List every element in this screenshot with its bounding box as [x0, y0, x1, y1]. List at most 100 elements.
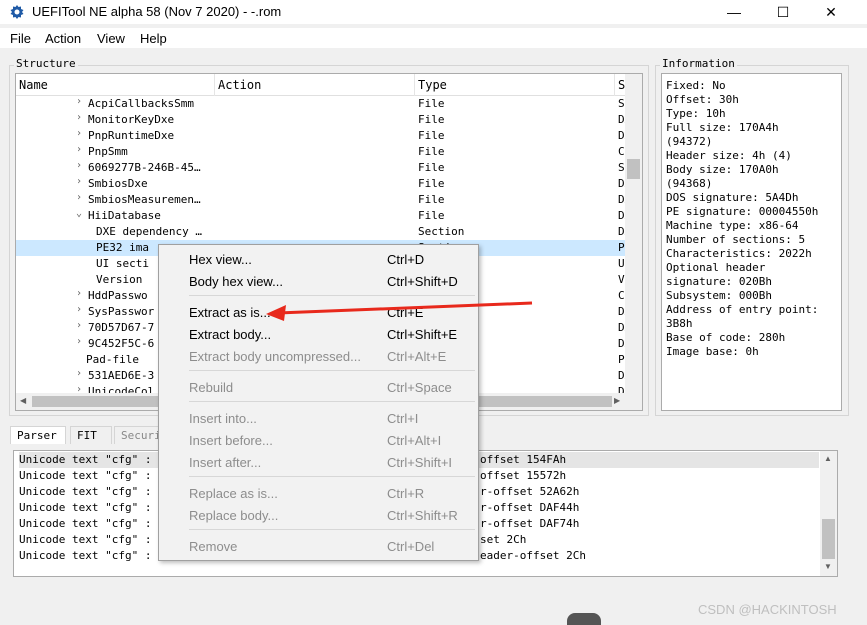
tree-row-name: PnpSmm [88, 145, 128, 158]
column-type[interactable]: Type [418, 78, 447, 92]
tree-row[interactable]: ›MonitorKeyDxeFileDX [16, 112, 631, 128]
scroll-down-icon[interactable]: ▼ [824, 562, 832, 571]
tree-row[interactable]: DXE dependency …SectionDX [16, 224, 631, 240]
chevron-right-icon[interactable]: › [76, 288, 82, 299]
context-menu: Hex view... Ctrl+D Body hex view... Ctrl+Sh… [158, 244, 479, 561]
menu-item-replace-body[interactable]: Replace body... Ctrl+Shift+R [159, 505, 478, 527]
tree-row[interactable]: ›AcpiCallbacksSmmFileSM [16, 96, 631, 112]
chevron-right-icon[interactable]: › [76, 144, 82, 155]
tree-row[interactable]: ›PnpSmmFileCo [16, 144, 631, 160]
tree-vertical-scrollbar[interactable] [625, 74, 642, 394]
scrollbar-thumb[interactable] [822, 519, 835, 559]
log-line-text: Unicode text "cfg" : [19, 533, 152, 546]
info-line: (94368) [666, 177, 713, 190]
chevron-right-icon[interactable]: › [76, 320, 82, 331]
log-line-text: Unicode text "cfg" : [19, 549, 152, 562]
menu-item-remove[interactable]: Remove Ctrl+Del [159, 536, 478, 558]
menu-item-label: Insert into... [189, 411, 257, 426]
tree-row-name: AcpiCallbacksSmm [88, 97, 194, 110]
maximize-button[interactable]: ☐ [760, 0, 806, 24]
chevron-right-icon[interactable]: › [76, 128, 82, 139]
uefitool-app-icon [10, 5, 24, 19]
menu-file[interactable]: File [10, 31, 31, 46]
menu-item-replace-as-is[interactable]: Replace as is... Ctrl+R [159, 483, 478, 505]
tree-row-name: PE32 ima [96, 241, 149, 254]
chevron-right-icon[interactable]: › [76, 368, 82, 379]
chevron-right-icon[interactable]: › [76, 176, 82, 187]
menu-item-label: Replace as is... [189, 486, 278, 501]
info-line: Subsystem: 000Bh [666, 289, 772, 302]
column-separator [614, 74, 615, 96]
menu-item-shortcut: Ctrl+Shift+I [387, 455, 453, 470]
menu-help[interactable]: Help [140, 31, 167, 46]
menu-item-shortcut: Ctrl+Shift+R [387, 508, 458, 523]
chevron-right-icon[interactable]: › [76, 112, 82, 123]
log-line-text: Unicode text "cfg" : [19, 453, 152, 466]
tree-row[interactable]: ⌄HiiDatabaseFileDX [16, 208, 631, 224]
menu-separator [189, 476, 475, 477]
structure-title: Structure [14, 57, 78, 70]
tree-row-name: 6069277B-246B-45… [88, 161, 201, 174]
info-line: Characteristics: 2022h [666, 247, 812, 260]
column-separator [214, 74, 215, 96]
scroll-right-icon[interactable]: ▶ [614, 396, 620, 405]
menu-item-insert-before[interactable]: Insert before... Ctrl+Alt+I [159, 430, 478, 452]
tree-row[interactable]: ›6069277B-246B-45…FileSM [16, 160, 631, 176]
info-line: Type: 10h [666, 107, 726, 120]
tree-row-name: SmbiosDxe [88, 177, 148, 190]
column-name[interactable]: Name [19, 78, 48, 92]
minimize-button[interactable]: — [711, 0, 757, 24]
menu-item-shortcut: Ctrl+Alt+I [387, 433, 442, 448]
tree-row[interactable]: ›SmbiosMeasuremen…FileDX [16, 192, 631, 208]
tree-row-type: Section [418, 225, 465, 238]
scrollbar-thumb[interactable] [627, 159, 640, 179]
scroll-up-icon[interactable]: ▲ [824, 454, 832, 463]
menu-item-rebuild[interactable]: Rebuild Ctrl+Space [159, 377, 478, 399]
info-line: Number of sections: 5 [666, 233, 806, 246]
menu-item-label: Remove [189, 539, 238, 554]
title-bar: UEFITool NE alpha 58 (Nov 7 2020) - -.ro… [0, 0, 867, 24]
information-panel[interactable]: Fixed: No Offset: 30h Type: 10h Full size: … [661, 73, 842, 411]
info-line: signature: 020Bh [666, 275, 772, 288]
menu-item-insert-into[interactable]: Insert into... Ctrl+I [159, 408, 478, 430]
menu-item-extract-as-is[interactable]: Extract as is... Ctrl+E [159, 302, 478, 324]
tree-row-type: File [418, 145, 445, 158]
chevron-right-icon[interactable]: › [76, 304, 82, 315]
chevron-down-icon[interactable]: ⌄ [76, 208, 82, 219]
tree-row-name: Version [96, 273, 143, 286]
info-line: Fixed: No [666, 79, 726, 92]
tab-security[interactable]: Securi [114, 426, 164, 444]
watermark-text: CSDN @HACKINTOSH [698, 602, 837, 617]
log-line-offset: r-offset DAF44h [480, 501, 580, 514]
menu-item-label: Extract body... [189, 327, 272, 342]
info-line: Body size: 170A0h [666, 163, 779, 176]
chevron-right-icon[interactable]: › [76, 160, 82, 171]
tree-row-name: UI secti [96, 257, 149, 270]
chevron-right-icon[interactable]: › [76, 336, 82, 347]
menu-item-insert-after[interactable]: Insert after... Ctrl+Shift+I [159, 452, 478, 474]
menu-item-extract-body[interactable]: Extract body... Ctrl+Shift+E [159, 324, 478, 346]
chevron-right-icon[interactable]: › [76, 192, 82, 203]
menu-item-label: Body hex view... [189, 274, 283, 289]
tree-row[interactable]: ›SmbiosDxeFileDX [16, 176, 631, 192]
menu-action[interactable]: Action [45, 31, 81, 46]
tab-fit[interactable]: FIT [70, 426, 112, 444]
menu-item-shortcut: Ctrl+Del [387, 539, 435, 554]
menu-item-hex-view[interactable]: Hex view... Ctrl+D [159, 249, 478, 271]
tree-row-type: File [418, 209, 445, 222]
close-button[interactable]: ✕ [808, 0, 854, 24]
tree-row-name: HddPasswo [88, 289, 148, 302]
column-action[interactable]: Action [218, 78, 261, 92]
chevron-right-icon[interactable]: › [76, 96, 82, 107]
scroll-left-icon[interactable]: ◀ [20, 396, 26, 405]
menu-view[interactable]: View [97, 31, 125, 46]
log-vertical-scrollbar[interactable]: ▲ ▼ [820, 451, 837, 576]
log-line-offset: r-offset 52A62h [480, 485, 580, 498]
menu-item-extract-body-uncompressed[interactable]: Extract body uncompressed... Ctrl+Alt+E [159, 346, 478, 368]
tree-row[interactable]: ›PnpRuntimeDxeFileDX [16, 128, 631, 144]
tree-row-name: 70D57D67-7 [88, 321, 155, 334]
menu-item-body-hex-view[interactable]: Body hex view... Ctrl+Shift+D [159, 271, 478, 293]
tab-parser[interactable]: Parser [10, 426, 66, 444]
menu-item-label: Rebuild [189, 380, 234, 395]
info-line: 3B8h [666, 317, 693, 330]
